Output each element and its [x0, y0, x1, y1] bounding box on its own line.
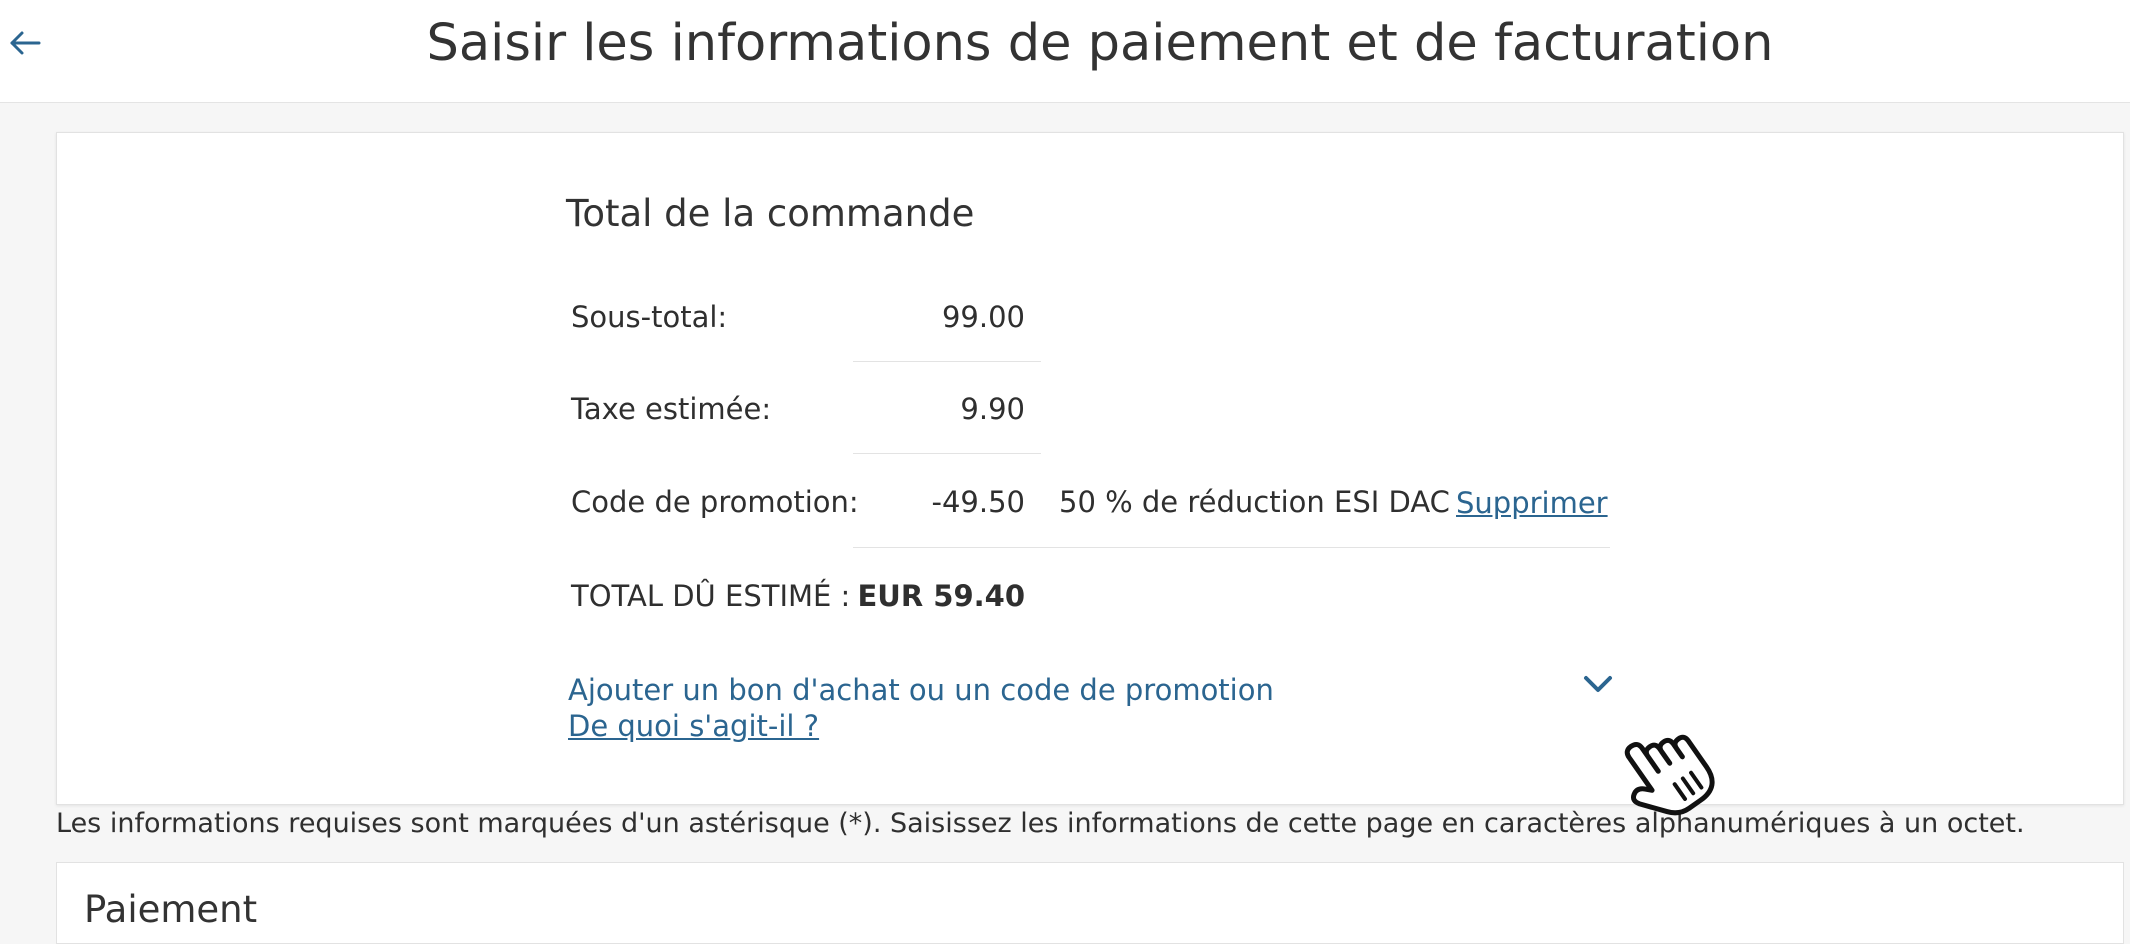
estimated-tax-label: Taxe estimée:	[571, 392, 772, 426]
row-divider	[853, 361, 1041, 362]
total-due-label: TOTAL DÛ ESTIMÉ :	[571, 579, 851, 613]
required-fields-note: Les informations requises sont marquées …	[56, 808, 2025, 839]
estimated-tax-value: 9.90	[960, 392, 1025, 426]
row-divider	[853, 547, 1610, 548]
row-divider	[853, 453, 1041, 454]
promo-code-description: 50 % de réduction ESI DAC	[1059, 485, 1450, 519]
subtotal-value: 99.00	[941, 300, 1025, 334]
what-is-it-link[interactable]: De quoi s'agit-il ?	[568, 708, 819, 744]
subtotal-label: Sous-total:	[571, 300, 728, 334]
total-due-value: EUR 59.40	[857, 579, 1025, 613]
page-header: Saisir les informations de paiement et d…	[0, 0, 2130, 103]
promo-code-value: -49.50	[931, 485, 1026, 519]
chevron-down-icon	[1584, 676, 1612, 692]
promo-code-label: Code de promotion:	[571, 485, 859, 519]
payment-card	[56, 862, 2124, 944]
remove-promo-link[interactable]: Supprimer	[1456, 485, 1608, 521]
add-voucher-promo-toggle[interactable]: Ajouter un bon d'achat ou un code de pro…	[568, 672, 1274, 708]
expand-promo-button[interactable]	[1581, 672, 1615, 698]
order-total-heading: Total de la commande	[566, 192, 975, 235]
page-title: Saisir les informations de paiement et d…	[426, 14, 1774, 73]
payment-heading: Paiement	[84, 888, 258, 931]
